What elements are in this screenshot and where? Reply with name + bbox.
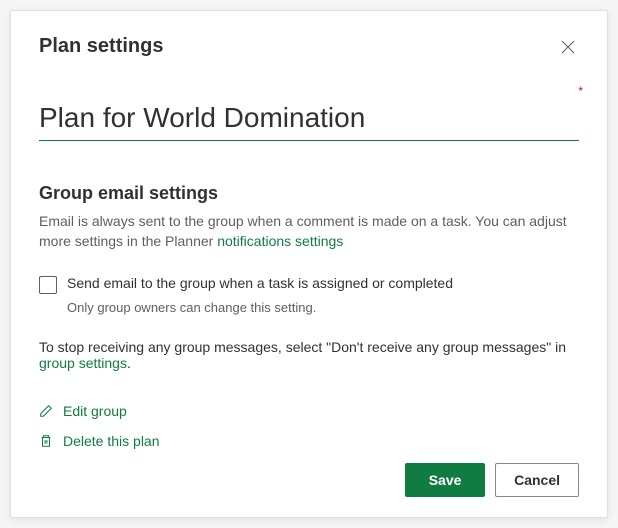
plan-name-input[interactable] <box>39 98 579 141</box>
delete-plan-label: Delete this plan <box>63 433 160 449</box>
save-button[interactable]: Save <box>405 463 485 497</box>
notifications-settings-link[interactable]: notifications settings <box>217 233 343 249</box>
pencil-icon <box>39 404 53 418</box>
required-indicator: * <box>578 84 583 98</box>
plan-name-row: * <box>39 98 579 141</box>
dialog-title: Plan settings <box>39 35 163 58</box>
send-email-checkbox[interactable] <box>39 276 57 294</box>
cancel-button[interactable]: Cancel <box>495 463 579 497</box>
dialog-header: Plan settings <box>39 35 579 58</box>
plan-settings-dialog: Plan settings * Group email settings Ema… <box>10 10 608 518</box>
close-icon <box>561 40 575 54</box>
trash-icon <box>39 434 53 448</box>
group-email-description: Email is always sent to the group when a… <box>39 212 579 251</box>
group-settings-link[interactable]: group settings <box>39 355 127 371</box>
edit-group-link[interactable]: Edit group <box>39 403 127 419</box>
group-email-heading: Group email settings <box>39 183 579 204</box>
dialog-footer: Save Cancel <box>39 463 579 497</box>
send-email-hint: Only group owners can change this settin… <box>67 300 579 315</box>
delete-plan-link[interactable]: Delete this plan <box>39 433 160 449</box>
stop-prefix: To stop receiving any group messages, se… <box>39 339 566 355</box>
stop-receiving-text: To stop receiving any group messages, se… <box>39 339 579 371</box>
edit-group-label: Edit group <box>63 403 127 419</box>
send-email-checkbox-label: Send email to the group when a task is a… <box>67 275 453 291</box>
send-email-checkbox-row: Send email to the group when a task is a… <box>39 275 579 294</box>
close-button[interactable] <box>557 36 579 58</box>
stop-suffix: . <box>127 355 131 371</box>
